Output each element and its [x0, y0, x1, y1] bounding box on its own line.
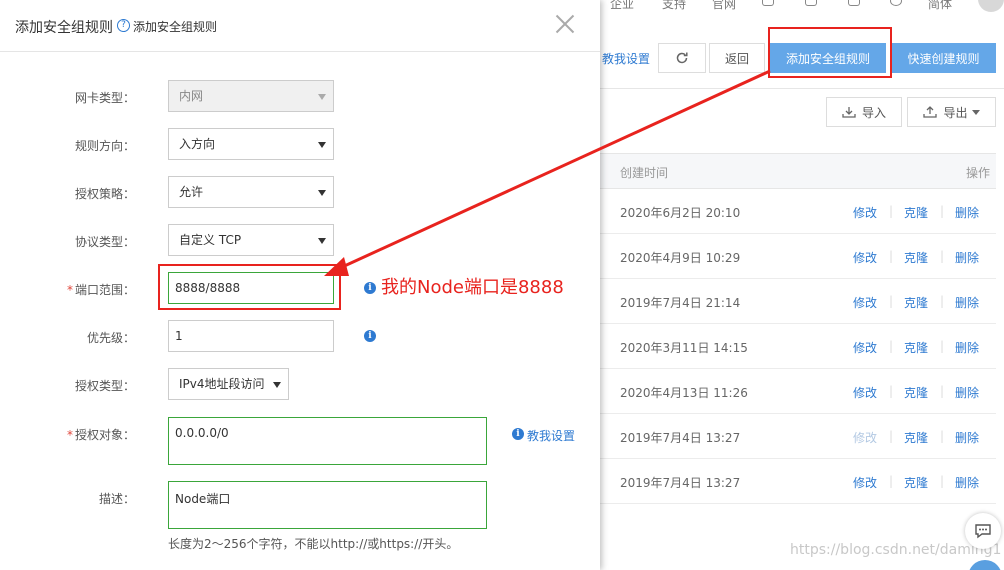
annotation-arrow — [324, 69, 771, 276]
